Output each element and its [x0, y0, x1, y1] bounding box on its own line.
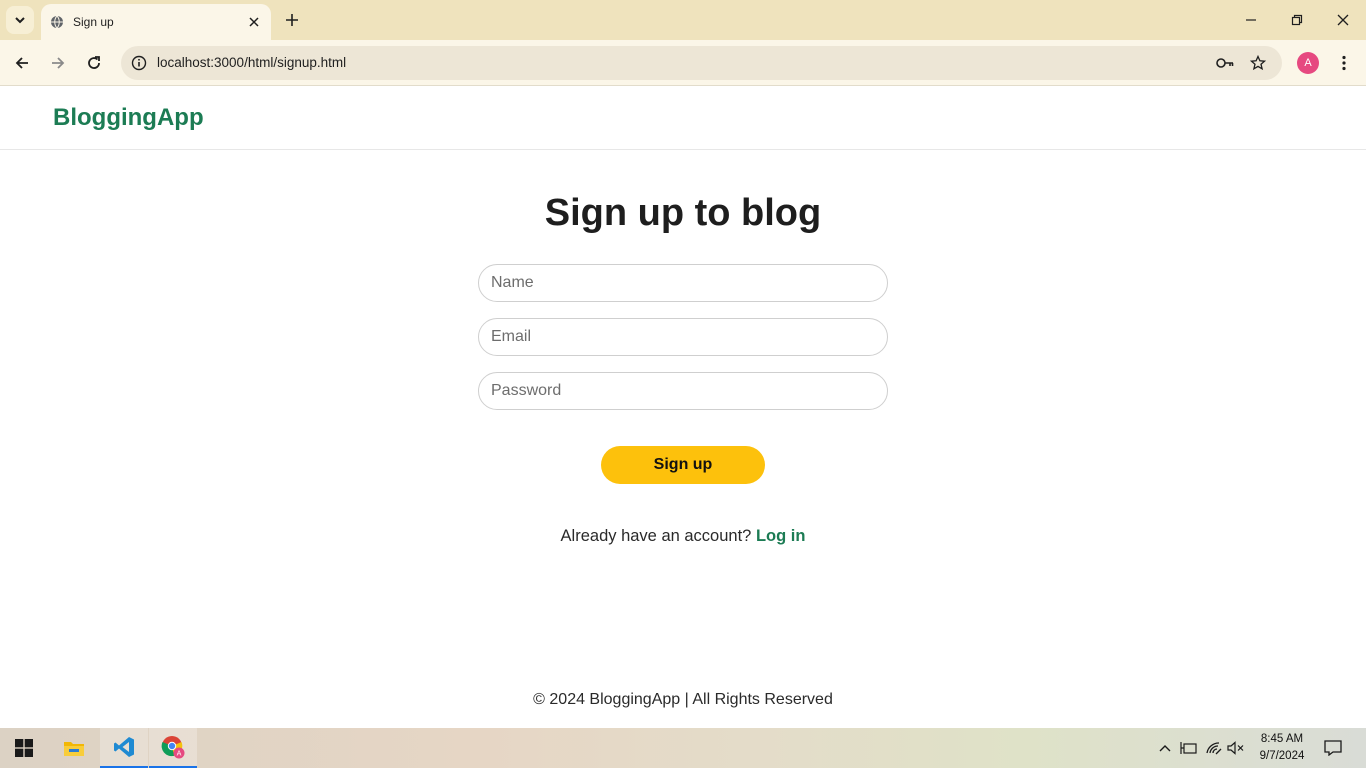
- taskbar-file-explorer[interactable]: [50, 728, 98, 768]
- signup-button[interactable]: Sign up: [601, 446, 765, 484]
- address-bar[interactable]: localhost:3000/html/signup.html: [121, 46, 1282, 80]
- minimize-button[interactable]: [1239, 8, 1263, 32]
- folder-icon: [64, 742, 84, 756]
- page-title: Sign up to blog: [544, 192, 822, 234]
- password-input[interactable]: [478, 372, 888, 410]
- restore-icon: [1291, 14, 1303, 26]
- clock-time: 8:45 AM: [1260, 733, 1304, 745]
- start-button[interactable]: [0, 728, 48, 768]
- email-input[interactable]: [478, 318, 888, 356]
- close-icon: [1337, 14, 1349, 26]
- reload-icon: [88, 56, 100, 69]
- minimize-icon: [1246, 19, 1256, 21]
- reload-button[interactable]: [82, 51, 106, 75]
- windows-icon: [15, 739, 33, 757]
- chevron-down-icon: [15, 17, 25, 24]
- close-icon[interactable]: [246, 14, 262, 30]
- browser-toolbar: localhost:3000/html/signup.html A: [0, 40, 1366, 86]
- restore-button[interactable]: [1285, 8, 1309, 32]
- taskbar-chrome[interactable]: A: [149, 728, 197, 768]
- site-info-icon[interactable]: [129, 53, 149, 73]
- star-icon[interactable]: [1248, 53, 1268, 73]
- more-options-icon[interactable]: [1334, 52, 1354, 74]
- volume-muted-icon[interactable]: [1226, 738, 1246, 758]
- login-prompt-line: Already have an account? Log in: [0, 527, 1366, 546]
- url-text: localhost:3000/html/signup.html: [157, 55, 347, 70]
- back-button[interactable]: [10, 51, 34, 75]
- tab-search-button[interactable]: [6, 6, 34, 34]
- login-prompt-text: Already have an account?: [560, 527, 752, 545]
- tab-title: Sign up: [73, 15, 114, 29]
- vscode-icon: [114, 737, 134, 757]
- site-footer: © 2024 BloggingApp | All Rights Reserved: [533, 691, 833, 708]
- taskbar-vscode[interactable]: [100, 728, 148, 768]
- chevron-up-icon[interactable]: [1155, 738, 1175, 758]
- close-window-button[interactable]: [1331, 8, 1355, 32]
- browser-tab[interactable]: Sign up: [41, 4, 271, 40]
- arrow-right-icon: [52, 57, 65, 69]
- new-tab-button[interactable]: [282, 10, 302, 30]
- svg-text:A: A: [177, 750, 182, 758]
- arrow-left-icon: [15, 57, 28, 69]
- profile-avatar[interactable]: A: [1297, 52, 1319, 74]
- plus-icon: [286, 14, 298, 26]
- forward-button[interactable]: [46, 51, 70, 75]
- chrome-icon: A: [161, 736, 185, 759]
- site-header: BloggingApp: [0, 87, 1366, 150]
- globe-icon: [50, 15, 64, 29]
- brand-logo[interactable]: BloggingApp: [53, 104, 204, 132]
- taskbar: A 8:45 AM 9/7/2024: [0, 728, 1366, 768]
- wifi-icon[interactable]: [1204, 738, 1224, 758]
- battery-icon[interactable]: [1179, 738, 1199, 758]
- system-clock[interactable]: 8:45 AM 9/7/2024: [1256, 731, 1308, 765]
- password-key-icon[interactable]: [1215, 53, 1235, 73]
- browser-tabstrip: Sign up: [0, 0, 1366, 40]
- clock-date: 9/7/2024: [1259, 750, 1305, 762]
- login-link[interactable]: Log in: [756, 527, 805, 545]
- name-input[interactable]: [478, 264, 888, 302]
- notifications-icon[interactable]: [1323, 738, 1343, 758]
